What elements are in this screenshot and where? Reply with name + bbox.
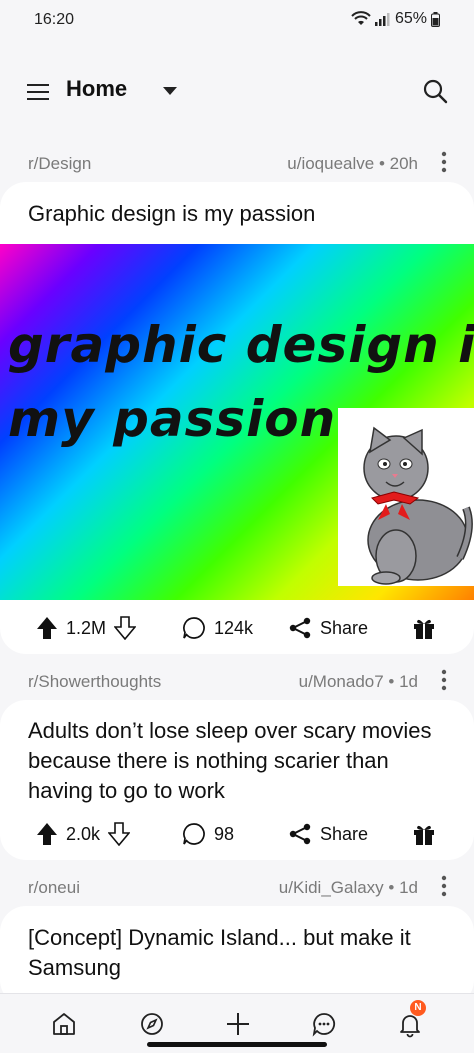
post-meta: r/oneui u/Kidi_Galaxy • 1d <box>0 872 474 902</box>
more-options-icon[interactable] <box>440 668 448 692</box>
award-gift-icon[interactable] <box>412 616 436 640</box>
share-button[interactable]: Share <box>288 616 368 640</box>
comments-button[interactable]: 98 <box>182 822 234 846</box>
share-button[interactable]: Share <box>288 822 368 846</box>
post-card[interactable]: Adults don’t lose sleep over scary movie… <box>0 700 474 860</box>
feed-title[interactable]: Home <box>66 76 127 102</box>
image-text-line: my passion. <box>8 390 357 448</box>
caret-down-icon[interactable] <box>160 84 180 98</box>
app-header: Home <box>0 62 474 118</box>
upvote-icon[interactable] <box>36 616 58 640</box>
share-icon <box>289 617 311 639</box>
post-meta: r/Showerthoughts u/Monado7 • 1d <box>0 666 474 696</box>
search-icon[interactable] <box>422 78 448 104</box>
wifi-icon <box>351 11 371 25</box>
post-title[interactable]: Graphic design is my passion <box>28 199 448 229</box>
explore-icon[interactable] <box>138 1010 166 1038</box>
comment-count: 98 <box>214 823 235 844</box>
downvote-icon[interactable] <box>114 616 137 640</box>
notification-badge: N <box>410 1000 426 1016</box>
post-meta: r/Design u/ioquealve • 20h <box>0 148 474 178</box>
post-title[interactable]: [Concept] Dynamic Island... but make it … <box>28 923 448 983</box>
menu-icon[interactable] <box>26 80 50 104</box>
upvote-icon[interactable] <box>36 822 58 846</box>
create-icon[interactable] <box>224 1010 252 1038</box>
comment-icon <box>183 617 205 639</box>
gesture-bar <box>147 1042 327 1047</box>
comment-count: 124k <box>214 617 254 638</box>
post-card[interactable]: Graphic design is my passion graphic des… <box>0 182 474 654</box>
battery-percent: 65% <box>394 10 427 27</box>
subreddit-link[interactable]: r/oneui <box>28 878 80 898</box>
subreddit-link[interactable]: r/Showerthoughts <box>28 672 161 692</box>
battery-icon <box>431 11 440 27</box>
subreddit-link[interactable]: r/Design <box>28 154 91 174</box>
image-text-line: graphic design is <box>8 316 474 374</box>
kitten-illustration <box>338 408 474 586</box>
author-time[interactable]: u/Kidi_Galaxy • 1d <box>279 878 418 898</box>
status-time: 16:20 <box>34 11 75 28</box>
chat-icon[interactable] <box>310 1010 338 1038</box>
comment-icon <box>183 823 205 845</box>
home-icon[interactable] <box>50 1010 78 1038</box>
status-bar: 16:20 65% <box>0 0 474 40</box>
post-title[interactable]: Adults don’t lose sleep over scary movie… <box>28 716 448 806</box>
share-icon <box>289 823 311 845</box>
post-image[interactable]: graphic design is my passion. <box>0 244 474 600</box>
more-options-icon[interactable] <box>440 150 448 174</box>
post-actions: 2.0k 98 Share <box>0 812 474 856</box>
post-card[interactable]: [Concept] Dynamic Island... but make it … <box>0 906 474 1006</box>
share-label: Share <box>320 823 369 844</box>
post-actions: 1.2M 124k Share <box>0 606 474 650</box>
downvote-icon[interactable] <box>108 822 131 846</box>
status-icons: 65% <box>351 10 440 28</box>
upvote-count: 2.0k <box>66 823 101 844</box>
upvote-count: 1.2M <box>66 617 107 638</box>
comments-button[interactable]: 124k <box>182 616 253 640</box>
more-options-icon[interactable] <box>440 874 448 898</box>
share-label: Share <box>320 617 369 638</box>
award-gift-icon[interactable] <box>412 822 436 846</box>
author-time[interactable]: u/ioquealve • 20h <box>287 154 418 174</box>
signal-icon <box>374 13 390 26</box>
notifications-button[interactable]: N <box>396 1000 426 1038</box>
author-time[interactable]: u/Monado7 • 1d <box>299 672 418 692</box>
